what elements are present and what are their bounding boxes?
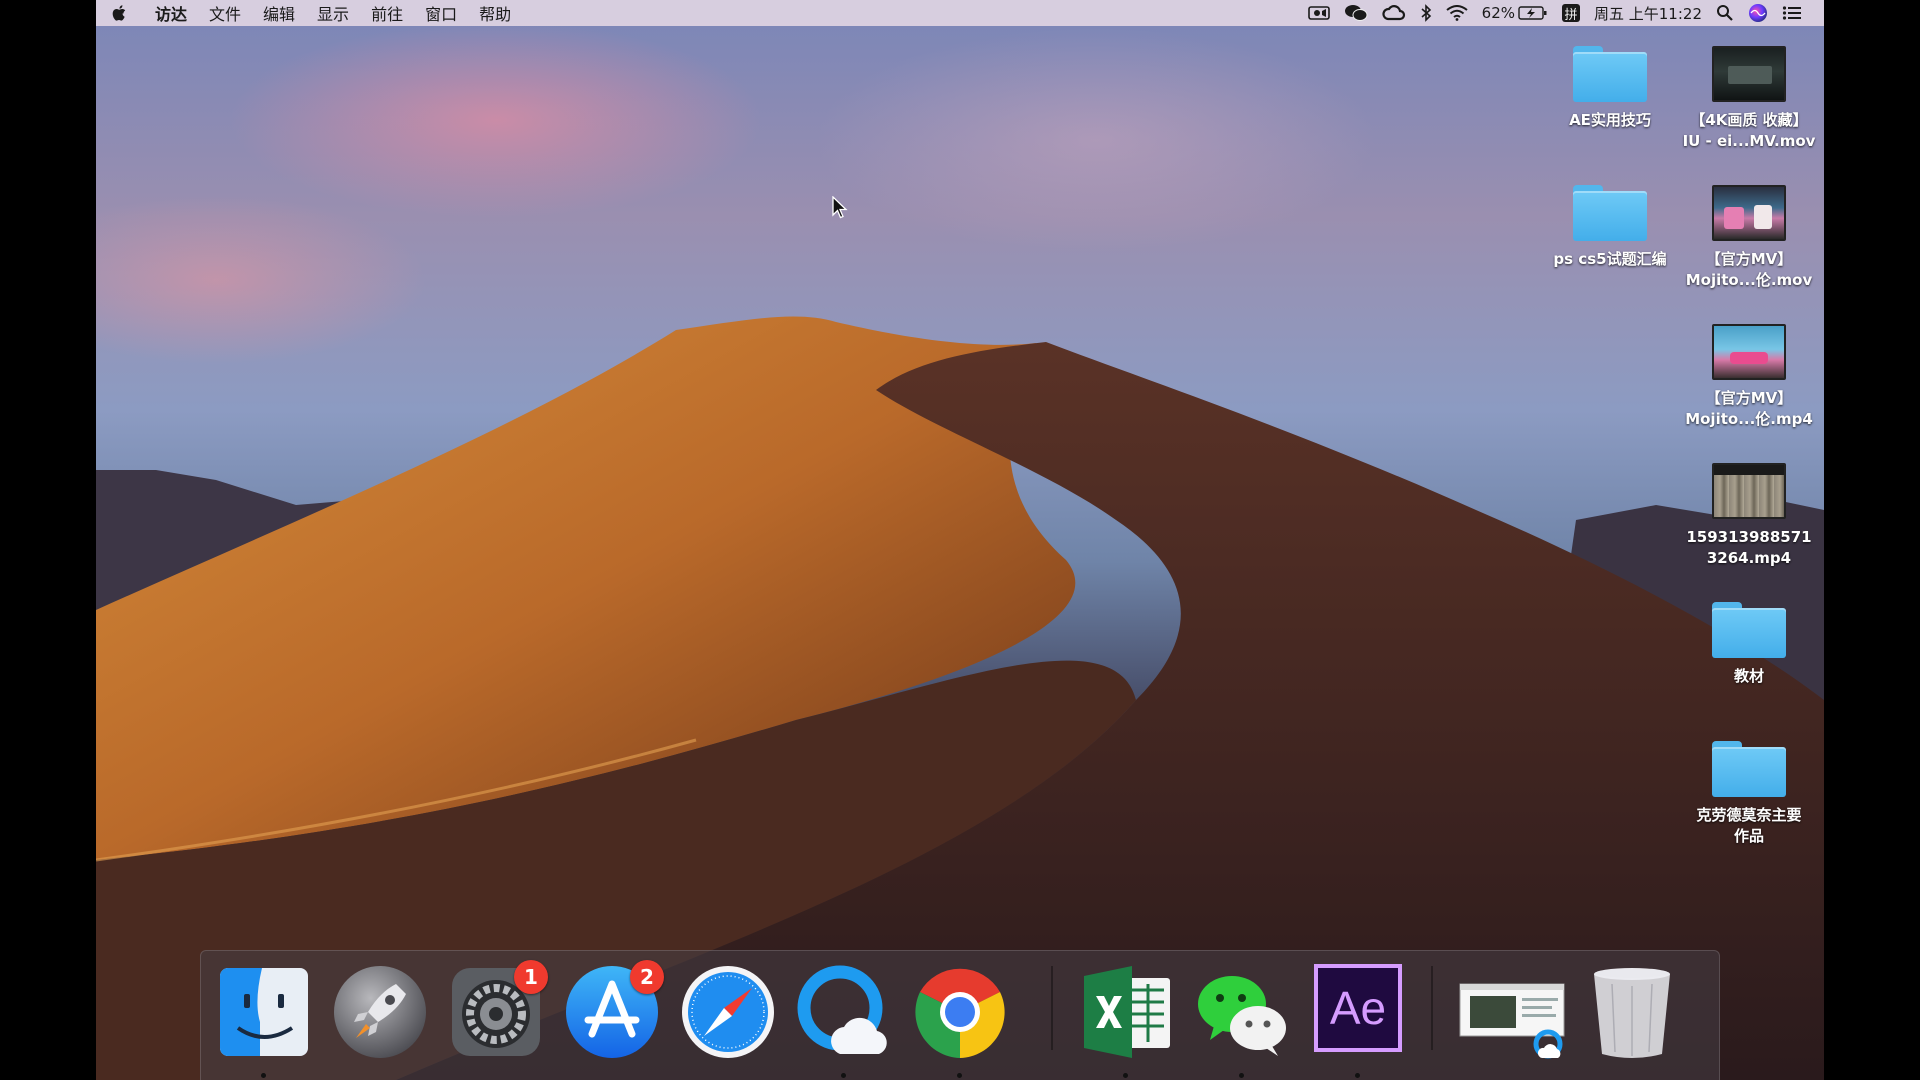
bluetooth-icon[interactable] xyxy=(1420,0,1432,26)
running-indicator xyxy=(1239,1073,1244,1078)
desktop-item-label: ps cs5试题汇编 xyxy=(1553,250,1667,268)
folder-icon xyxy=(1573,46,1647,102)
desktop-video-mojito-mp4[interactable]: 【官方MV】 Mojito...伦.mp4 xyxy=(1681,324,1817,430)
wechat-tray-icon[interactable] xyxy=(1344,0,1368,26)
menu-file[interactable]: 文件 xyxy=(198,0,252,26)
dock-excel[interactable] xyxy=(1076,962,1176,1078)
menu-help[interactable]: 帮助 xyxy=(468,0,522,26)
excel-icon xyxy=(1084,966,1170,1058)
desktop-screen: 访达 文件 编辑 显示 前往 窗口 帮助 62% 拼 周五 上午11:22 AE… xyxy=(96,0,1824,1080)
menubar-clock[interactable]: 周五 上午11:22 xyxy=(1594,0,1702,26)
mouse-cursor-icon xyxy=(832,196,848,219)
after-effects-label: Ae xyxy=(1329,982,1387,1034)
creative-cloud-icon[interactable] xyxy=(1382,0,1406,26)
wifi-icon[interactable] xyxy=(1446,0,1468,26)
folder-icon xyxy=(1573,185,1647,241)
desktop-item-label-line2: IU - ei...MV.mov xyxy=(1682,132,1816,150)
desktop-item-label-line2: 作品 xyxy=(1733,827,1764,845)
desktop-item-label-line1: 159313988571 xyxy=(1686,528,1812,546)
battery-percent: 62% xyxy=(1481,4,1515,22)
desktop-item-label: 教材 xyxy=(1733,667,1764,685)
video-thumbnail-icon xyxy=(1712,324,1786,380)
battery-charging-icon xyxy=(1518,6,1547,20)
desktop-video-1593139885713264[interactable]: 159313988571 3264.mp4 xyxy=(1681,463,1817,569)
desktop-item-label-line1: 【4K画质 收藏】 xyxy=(1690,111,1808,129)
netdisk-cloud-icon xyxy=(797,965,887,1054)
desktop-video-mojito-mov[interactable]: 【官方MV】 Mojito...伦.mov xyxy=(1681,185,1817,291)
siri-icon[interactable] xyxy=(1748,0,1768,26)
window-preview-icon xyxy=(1459,983,1565,1059)
dock-after-effects[interactable]: Ae xyxy=(1308,962,1408,1078)
dock-app-store[interactable]: 2 xyxy=(562,960,664,1062)
folder-icon xyxy=(1712,741,1786,797)
desktop-folder-ps-cs5[interactable]: ps cs5试题汇编 xyxy=(1542,185,1678,270)
desktop-folder-ae-tips[interactable]: AE实用技巧 xyxy=(1542,46,1678,131)
desktop-item-label-line2: 3264.mp4 xyxy=(1706,549,1792,567)
desktop-item-label-line1: 克劳德莫奈主要 xyxy=(1696,806,1802,824)
running-indicator xyxy=(1355,1073,1360,1078)
menu-go[interactable]: 前往 xyxy=(360,0,414,26)
dock-baidu-netdisk[interactable] xyxy=(794,962,894,1078)
dock-trash[interactable] xyxy=(1582,962,1682,1062)
dock-wechat[interactable] xyxy=(1192,962,1292,1078)
launchpad-rocket-icon xyxy=(334,966,426,1058)
video-thumbnail-icon xyxy=(1712,46,1786,102)
dock-system-preferences[interactable]: 1 xyxy=(446,960,548,1062)
spotlight-search-icon[interactable] xyxy=(1716,0,1734,26)
notification-badge: 1 xyxy=(514,960,548,994)
video-thumbnail-icon xyxy=(1712,185,1786,241)
dock-minimized-window[interactable] xyxy=(1456,962,1566,1062)
trash-icon xyxy=(1594,968,1670,1058)
menu-view[interactable]: 显示 xyxy=(306,0,360,26)
desktop-item-label-line2: Mojito...伦.mov xyxy=(1685,271,1813,289)
input-method-label: 拼 xyxy=(1562,4,1580,23)
desktop-item-label-line1: 【官方MV】 xyxy=(1705,250,1793,268)
dock-chrome[interactable] xyxy=(910,962,1010,1078)
desktop-item-label-line1: 【官方MV】 xyxy=(1705,389,1793,407)
running-indicator xyxy=(1123,1073,1128,1078)
desktop-folder-monet-works[interactable]: 克劳德莫奈主要 作品 xyxy=(1681,741,1817,847)
running-indicator xyxy=(957,1073,962,1078)
notification-badge: 2 xyxy=(630,960,664,994)
desktop-item-label-line2: Mojito...伦.mp4 xyxy=(1685,410,1813,428)
after-effects-icon: Ae xyxy=(1314,964,1402,1052)
folder-icon xyxy=(1712,602,1786,658)
running-indicator xyxy=(261,1073,266,1078)
menu-bar: 访达 文件 编辑 显示 前往 窗口 帮助 62% 拼 周五 上午11:22 xyxy=(96,0,1824,26)
desktop-item-label: AE实用技巧 xyxy=(1569,111,1651,129)
video-thumbnail-icon xyxy=(1712,463,1786,519)
dock-separator xyxy=(1051,966,1053,1050)
menu-window[interactable]: 窗口 xyxy=(414,0,468,26)
desktop-video-iu-mv[interactable]: 【4K画质 收藏】 IU - ei...MV.mov xyxy=(1681,46,1817,152)
wechat-icon xyxy=(1198,976,1286,1056)
safari-compass-icon xyxy=(682,966,774,1058)
dock-finder[interactable] xyxy=(214,962,314,1078)
chrome-icon xyxy=(915,968,1005,1058)
apple-menu-icon[interactable] xyxy=(96,4,144,22)
notification-center-icon[interactable] xyxy=(1782,0,1802,26)
screen-record-icon[interactable] xyxy=(1307,0,1330,26)
finder-icon xyxy=(220,968,308,1056)
desktop-folder-textbook[interactable]: 教材 xyxy=(1681,602,1817,687)
dock-separator xyxy=(1431,966,1433,1050)
input-method-indicator[interactable]: 拼 xyxy=(1562,0,1580,26)
mojave-dunes-wallpaper xyxy=(96,316,1824,1080)
menu-edit[interactable]: 编辑 xyxy=(252,0,306,26)
battery-status[interactable]: 62% xyxy=(1482,0,1548,26)
dock-launchpad[interactable] xyxy=(330,962,430,1062)
dock-safari[interactable] xyxy=(678,962,778,1062)
menu-app-finder[interactable]: 访达 xyxy=(144,0,198,26)
running-indicator xyxy=(841,1073,846,1078)
